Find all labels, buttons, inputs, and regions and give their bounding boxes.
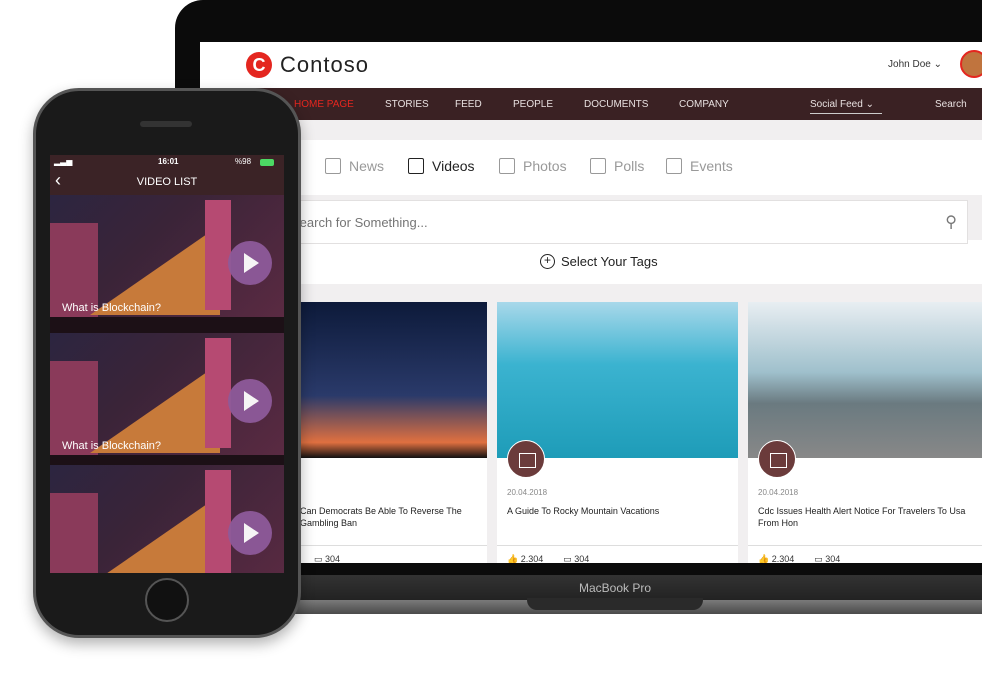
search-box: ⚲ xyxy=(280,200,968,244)
video-badge-icon xyxy=(758,440,796,478)
video-card[interactable]: 20.04.2018 A Guide To Rocky Mountain Vac… xyxy=(497,302,738,563)
comment-icon: ▭ 304 xyxy=(314,554,341,563)
tab-videos[interactable]: Videos xyxy=(408,158,475,174)
video-list-item[interactable]: What is Blockchain? xyxy=(50,333,284,455)
film-icon xyxy=(408,158,424,174)
video-badge-icon xyxy=(507,440,545,478)
logo-icon: C xyxy=(246,52,272,78)
tab-news[interactable]: News xyxy=(325,158,384,174)
content-tabs: News Videos Photos Polls Events xyxy=(200,140,982,195)
nav-stories[interactable]: STORIES xyxy=(385,99,429,110)
like-icon[interactable]: 👍 2.304 xyxy=(758,554,794,563)
search-icon[interactable]: ⚲ xyxy=(945,212,957,232)
phone-header: ▂▃▅ 16:01 %98 ‹ VIDEO LIST xyxy=(50,155,284,195)
play-icon[interactable] xyxy=(228,241,272,285)
tab-events[interactable]: Events xyxy=(666,158,733,174)
card-image xyxy=(290,302,487,458)
header: C Contoso John Doe ⌄ xyxy=(200,42,982,88)
nav-documents[interactable]: DOCUMENTS xyxy=(584,99,648,110)
user-menu[interactable]: John Doe ⌄ xyxy=(888,59,942,70)
tab-polls[interactable]: Polls xyxy=(590,158,644,174)
plus-icon: + xyxy=(540,254,555,269)
logo[interactable]: C Contoso xyxy=(246,52,369,78)
nav-home-page[interactable]: HOME PAGE xyxy=(294,99,354,110)
card-image xyxy=(497,302,738,458)
play-icon[interactable] xyxy=(228,511,272,555)
phone-speaker xyxy=(140,121,192,127)
laptop-screen: C Contoso John Doe ⌄ HOME PAGE STORIES FE… xyxy=(200,42,982,563)
signal-icon: ▂▃▅ xyxy=(54,157,73,166)
video-list-item[interactable]: What is Blockchain? xyxy=(50,195,284,317)
comment-icon[interactable]: ▭ 304 xyxy=(814,554,840,563)
phone-screen: ▂▃▅ 16:01 %98 ‹ VIDEO LIST What is Block… xyxy=(50,155,284,573)
like-icon[interactable]: 👍 2.304 xyxy=(507,554,543,563)
photo-icon xyxy=(499,158,515,174)
comment-icon[interactable]: ▭ 304 xyxy=(563,554,589,563)
video-list-item[interactable] xyxy=(50,465,284,573)
card-image xyxy=(748,302,982,458)
nav-people[interactable]: PEOPLE xyxy=(513,99,553,110)
nav-search[interactable]: Search xyxy=(935,99,967,110)
list-icon xyxy=(590,158,606,174)
calendar-icon xyxy=(666,158,682,174)
main-nav: HOME PAGE STORIES FEED PEOPLE DOCUMENTS … xyxy=(200,88,982,120)
select-tags-button[interactable]: + Select Your Tags xyxy=(540,254,658,269)
search-input[interactable] xyxy=(281,201,881,243)
social-feed-dropdown[interactable]: Social Feed ⌄ xyxy=(810,99,882,114)
news-icon xyxy=(325,158,341,174)
video-card[interactable]: 20.04.2018 Cdc Issues Health Alert Notic… xyxy=(748,302,982,563)
nav-feed[interactable]: FEED xyxy=(455,99,482,110)
play-icon[interactable] xyxy=(228,379,272,423)
avatar[interactable] xyxy=(960,50,982,78)
battery-icon xyxy=(260,159,274,166)
chevron-down-icon: ⌄ xyxy=(933,59,942,70)
video-card[interactable]: Can Democrats Be Able To Reverse The Gam… xyxy=(290,302,487,563)
home-button[interactable] xyxy=(145,578,189,622)
nav-company[interactable]: COMPANY xyxy=(679,99,729,110)
tab-photos[interactable]: Photos xyxy=(499,158,567,174)
